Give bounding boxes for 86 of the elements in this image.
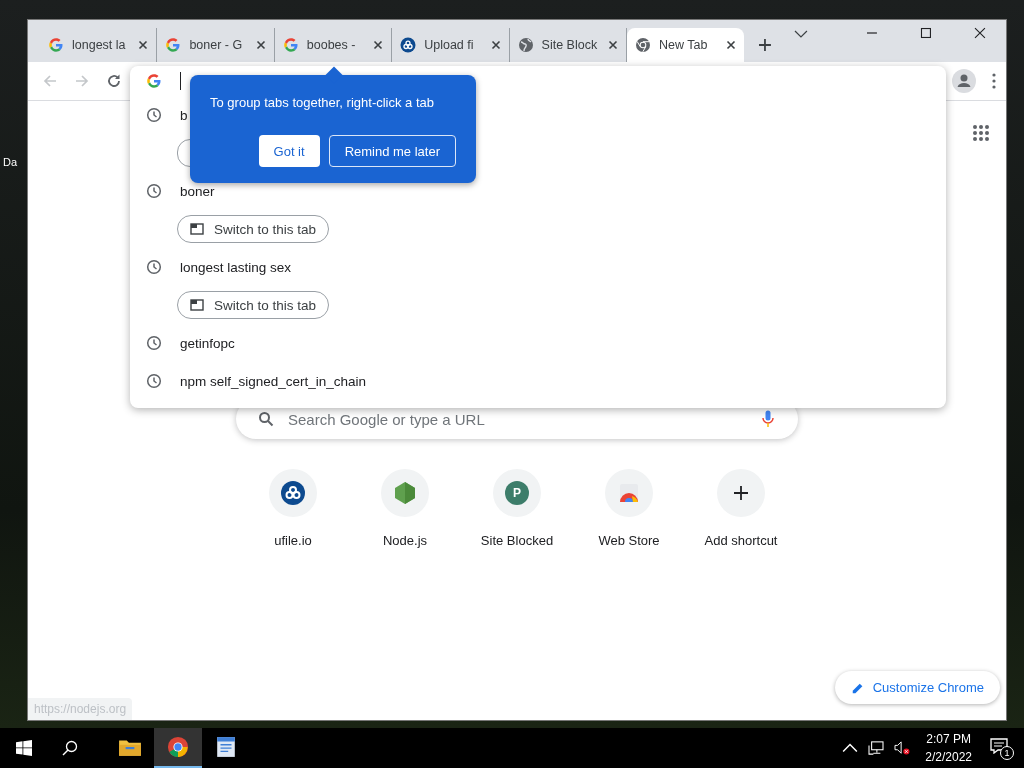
chrome-icon (634, 37, 651, 53)
shortcut-label: ufile.io (274, 533, 312, 548)
plus-icon[interactable] (758, 38, 773, 52)
suggestion-text: longest lasting sex (180, 259, 292, 275)
chrome-icon (166, 736, 190, 758)
volume-muted-icon[interactable] (894, 741, 911, 755)
switch-tab-button[interactable]: Switch to this tab (177, 215, 330, 243)
got-it-button[interactable]: Got it (258, 135, 320, 167)
suggestion-text: b (180, 107, 188, 123)
hexagon-icon (393, 481, 417, 505)
shortcut-label: Site Blocked (480, 533, 554, 548)
close-icon[interactable] (974, 27, 986, 39)
browser-tab[interactable]: longest la (40, 28, 158, 62)
google-icon (282, 37, 299, 53)
chevron-down-icon[interactable] (794, 29, 809, 39)
letter-icon: P (505, 481, 529, 505)
suggestion-item[interactable]: boner (130, 172, 215, 210)
suggestion-item[interactable]: b (130, 96, 188, 134)
search-icon (258, 411, 274, 427)
browser-tab[interactable]: New Tab (626, 28, 745, 62)
notification-count: 1 (1000, 746, 1014, 760)
microphone-icon[interactable] (762, 410, 774, 428)
tab-title: boner - G (189, 38, 244, 52)
switch-tab-button[interactable]: Switch to this tab (177, 291, 330, 319)
shortcut-label: Add shortcut (704, 533, 778, 548)
desktop-icon-label: Da (3, 156, 18, 168)
search-icon[interactable] (62, 740, 78, 756)
close-icon[interactable] (726, 40, 737, 50)
browser-tab[interactable]: Upload fi (392, 28, 510, 62)
store-icon (617, 481, 641, 505)
suggestion-text: npm self_signed_cert_in_chain (180, 373, 367, 389)
cloud-logo-icon (281, 481, 305, 505)
google-icon (146, 73, 162, 89)
shortcut-label: Node.js (382, 533, 428, 548)
close-icon[interactable] (490, 40, 501, 50)
clock-time: 2:07 PM (926, 732, 971, 746)
reload-icon[interactable] (106, 73, 122, 89)
browser-tab[interactable]: Site Block (509, 28, 627, 62)
document-icon (214, 736, 238, 758)
notifications-icon[interactable] (990, 738, 1008, 754)
google-icon (165, 37, 182, 53)
close-icon[interactable] (138, 40, 149, 50)
close-icon[interactable] (255, 40, 266, 50)
cloud-logo-icon (400, 37, 417, 53)
menu-icon[interactable] (992, 73, 996, 89)
customize-chrome-button[interactable]: Customize Chrome (834, 671, 1000, 704)
maximize-icon[interactable] (920, 27, 933, 39)
suggestion-item[interactable]: getinfopc (130, 324, 235, 362)
taskbar-button[interactable] (154, 728, 202, 768)
clock-icon (146, 183, 162, 199)
suggestion-text: getinfopc (180, 335, 235, 351)
browser-tab[interactable]: boobes - (274, 28, 393, 62)
clock-icon (146, 259, 162, 275)
tab-title: boobes - (306, 38, 357, 52)
close-icon[interactable] (607, 40, 618, 50)
clock-icon (146, 107, 162, 123)
clock-date: 2/2/2022 (925, 750, 972, 764)
shortcut-label: Web Store (598, 533, 660, 548)
plus-icon (733, 485, 749, 501)
globe-icon (517, 37, 534, 53)
windows-start-icon[interactable] (16, 740, 32, 756)
shortcut-tile[interactable]: Add shortcut (685, 469, 797, 569)
apps-grid-icon[interactable] (972, 124, 990, 142)
close-icon[interactable] (373, 40, 384, 50)
suggestion-item[interactable]: npm self_signed_cert_in_chain (130, 362, 367, 400)
suggestion-text: boner (180, 183, 215, 199)
clock-icon (146, 373, 162, 389)
shortcut-tile[interactable]: ufile.io (237, 469, 349, 569)
remind-later-button[interactable]: Remind me later (328, 135, 456, 167)
chevron-up-icon[interactable] (842, 741, 859, 755)
clock-icon (146, 335, 162, 351)
shortcut-tile[interactable]: Web Store (573, 469, 685, 569)
tab-title: Site Block (541, 38, 599, 52)
shortcut-tile[interactable]: P Site Blocked (461, 469, 573, 569)
shortcut-tile[interactable]: Node.js (349, 469, 461, 569)
network-icon[interactable] (868, 741, 885, 755)
tab-title: Upload fi (424, 38, 475, 52)
browser-tab[interactable]: boner - G (157, 28, 275, 62)
tab-icon (190, 299, 204, 311)
tab-title: longest la (72, 38, 127, 52)
google-icon (48, 37, 64, 53)
profile-icon[interactable] (952, 69, 976, 93)
suggestion-item[interactable]: longest lasting sex (130, 248, 292, 286)
tab-title: New Tab (658, 38, 709, 52)
tab-icon (190, 223, 204, 235)
promo-message: To group tabs together, right-click a tab (210, 95, 435, 110)
